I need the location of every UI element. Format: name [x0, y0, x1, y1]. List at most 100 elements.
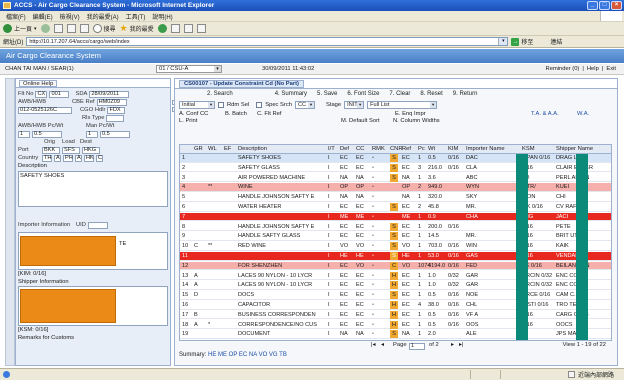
- remark-icon[interactable]: ▫: [372, 330, 374, 338]
- table-row[interactable]: 15 D DOCS I EC EC ▫ S EC 1 0.5 0/16 NOE URCE 0/16 CAM …: [180, 291, 611, 300]
- column-header-wt[interactable]: Wt: [428, 145, 435, 153]
- first-page-icon[interactable]: |◂: [371, 342, 375, 348]
- summary-codes[interactable]: HE ME OP EC NA VO VG TB: [208, 352, 287, 358]
- search-action[interactable]: 2. Search: [207, 91, 233, 97]
- terminal-select[interactable]: 01 / CSU-A ▾: [156, 65, 222, 73]
- port-load-field[interactable]: SFS: [62, 146, 80, 154]
- list-mode-select[interactable]: Full List ▾: [367, 100, 438, 109]
- last-page-icon[interactable]: ▸|: [459, 342, 463, 348]
- table-row[interactable]: 1 SAFETY SHOES I EC EC ▫ S EC 1 0.5 0/16 DAC MPAN 0/…: [180, 154, 611, 163]
- table-row[interactable]: 2SAFETY GLASSIECEC▫SEC3216.00/16CLA0/16C…: [180, 163, 611, 173]
- man-pc-field[interactable]: 1: [86, 130, 98, 138]
- wa-link[interactable]: W.A.: [577, 111, 589, 117]
- url-input[interactable]: http://10.17.207.64/accs/cargo/web/index…: [26, 37, 509, 46]
- port-orig-field[interactable]: BKK: [42, 146, 60, 154]
- column-widths-action[interactable]: N. Column Widths: [393, 118, 440, 124]
- minimize-button[interactable]: _: [587, 1, 598, 10]
- back-button[interactable]: 上一頁 ▾: [3, 24, 37, 33]
- cgo-field[interactable]: FDX: [107, 106, 126, 114]
- rdm-sel-checkbox[interactable]: [218, 101, 224, 108]
- mail-icon[interactable]: [170, 24, 180, 33]
- description-field[interactable]: SAFETY SHOES: [18, 171, 168, 207]
- history-icon[interactable]: [157, 24, 167, 33]
- remark-icon[interactable]: ▫: [372, 164, 374, 172]
- left-collapse-strip[interactable]: [5, 78, 15, 366]
- rls-type-field[interactable]: [106, 114, 125, 122]
- table-row[interactable]: 3AIR POWERED MACHINEINANA▫SNA13.6ABCTDPE…: [180, 173, 611, 183]
- tab-online-help[interactable]: Online Help: [19, 79, 58, 87]
- table-row[interactable]: 10C**RED WINEIVOVO▫SVO1703.00/16WIN0/16K…: [180, 242, 611, 251]
- country-orig-field[interactable]: TH: [42, 154, 52, 162]
- table-row[interactable]: 14 A LACES 90 NYLON - 10 LYCR I EC EC ▫ H EC 1 1.0…: [180, 281, 611, 290]
- links-button[interactable]: 連結: [550, 37, 562, 46]
- prev-page-icon[interactable]: ◂: [381, 342, 384, 348]
- favorites-button[interactable]: ★ 我的最愛: [120, 24, 154, 34]
- page-input[interactable]: 1: [409, 343, 425, 350]
- remark-icon[interactable]: ▫: [372, 232, 374, 240]
- reminder-link[interactable]: Reminder (0): [546, 66, 580, 72]
- menu-favorites[interactable]: 我的最愛(A): [87, 12, 119, 21]
- table-row[interactable]: 17 B BUSINESS CORRESPONDEN I EC EC ▫ H EC 1 0.5 0/1…: [180, 310, 611, 320]
- awb-wt-field[interactable]: 0.5: [32, 130, 62, 138]
- table-row[interactable]: 8 HANDLE JOHNSON SAFTY E I EC EC ▫ S EC 1 200.0 0/…: [180, 222, 611, 232]
- remark-icon[interactable]: ▫: [372, 291, 374, 299]
- return-action[interactable]: 9. Return: [453, 91, 478, 97]
- menu-view[interactable]: 檢視(V): [60, 12, 80, 21]
- column-header-cnr[interactable]: CNR: [390, 145, 403, 153]
- shipper-field[interactable]: [18, 286, 168, 326]
- country-dest-flag[interactable]: C: [96, 154, 103, 162]
- column-header-ksm[interactable]: KSM: [522, 145, 535, 153]
- initial-select[interactable]: Initial ▾: [179, 100, 215, 109]
- table-row[interactable]: 16 CAPACITOR I EC EC ▫ H EC 4 38.0 0/16 CHL SISTI 0/…: [180, 301, 611, 310]
- search-button[interactable]: 搜尋: [92, 24, 116, 33]
- country-orig-flag[interactable]: A: [54, 154, 61, 162]
- remark-icon[interactable]: ▫: [372, 281, 374, 289]
- remark-icon[interactable]: ▫: [372, 213, 374, 221]
- country-load-flag[interactable]: A: [75, 154, 82, 162]
- font-size-action[interactable]: 6. Font Size: [347, 91, 379, 97]
- remark-icon[interactable]: ▫: [372, 311, 374, 319]
- table-row[interactable]: 7IMEME▫ME10.9CHAJNGJACI: [180, 212, 611, 222]
- table-row[interactable]: 12 FOR SHENZHEN I EC VO ▫ C VO 1074 4194.0 0/16 FED…: [180, 261, 611, 271]
- stop-icon[interactable]: [53, 24, 63, 33]
- column-header-ref[interactable]: Ref: [402, 145, 411, 153]
- enq-impr-action[interactable]: E. Enq Impr: [395, 111, 426, 117]
- conf-cc-action[interactable]: A. Conf CC: [179, 111, 208, 117]
- url-dropdown-icon[interactable]: ▾: [498, 38, 508, 45]
- remark-icon[interactable]: ▫: [372, 203, 374, 211]
- go-button[interactable]: → 移至: [511, 37, 533, 46]
- table-row[interactable]: 6 WATER HEATER I EC EC ▫ S EC 2 45.8 MR. MK 0/16 CV …: [180, 203, 611, 212]
- batch-action[interactable]: B. Batch: [225, 111, 247, 117]
- exit-link[interactable]: Exit: [606, 66, 616, 72]
- clear-action[interactable]: 7. Clear: [389, 91, 410, 97]
- home-icon[interactable]: [79, 24, 89, 33]
- column-header-rmk[interactable]: RMK: [372, 145, 385, 153]
- awb-pc-field[interactable]: 1: [18, 130, 30, 138]
- cbe-field[interactable]: HM0Z09: [96, 98, 127, 106]
- country-dest-field[interactable]: HK: [84, 154, 94, 162]
- remark-icon[interactable]: ▫: [372, 183, 374, 191]
- column-header-pc[interactable]: Pc: [418, 145, 425, 153]
- print-action[interactable]: L. Print: [179, 118, 197, 124]
- table-row[interactable]: 9HANDLE SAFTY GLASSIECEC▫SEC114.5MR.0/16…: [180, 232, 611, 241]
- table-row[interactable]: 5 HANDLE JOHNSON SAFTY E I NA NA ▫ NA 1 320.0 SKY…: [180, 193, 611, 202]
- awb-field[interactable]: 012-0525126C: [18, 106, 72, 114]
- tab-cs00107[interactable]: CS00107 - Update Constraint Cd (No Part): [179, 79, 304, 88]
- print-icon[interactable]: [183, 24, 193, 33]
- port-dest-field[interactable]: HKG: [82, 146, 100, 154]
- remark-icon[interactable]: ▫: [372, 262, 374, 270]
- column-header-wl[interactable]: WL: [208, 145, 217, 153]
- remark-icon[interactable]: ▫: [372, 252, 374, 260]
- next-page-icon[interactable]: ▸: [451, 342, 454, 348]
- table-row[interactable]: 11IHEHE▫SHE153.00/16GAS0/16VENDAD: [180, 252, 611, 261]
- table-row[interactable]: 13 A LACES 90 NYLON - 10 LYCR I EC EC ▫ H EC 1 1.0…: [180, 271, 611, 281]
- column-header-cc[interactable]: CC: [356, 145, 364, 153]
- menu-file[interactable]: 檔案(F): [6, 12, 26, 21]
- column-header-shp[interactable]: Shipper Name: [556, 145, 593, 153]
- menu-help[interactable]: 說明(H): [152, 12, 172, 21]
- man-wt-field[interactable]: 0.5: [100, 130, 130, 138]
- table-row[interactable]: 4 ** WINE I OP OP ▫ OP 2 949.0 WYN T TR/KUEI: [180, 183, 611, 192]
- save-action[interactable]: 5. Save: [317, 91, 337, 97]
- remark-icon[interactable]: ▫: [372, 242, 374, 250]
- remark-icon[interactable]: ▫: [372, 193, 374, 201]
